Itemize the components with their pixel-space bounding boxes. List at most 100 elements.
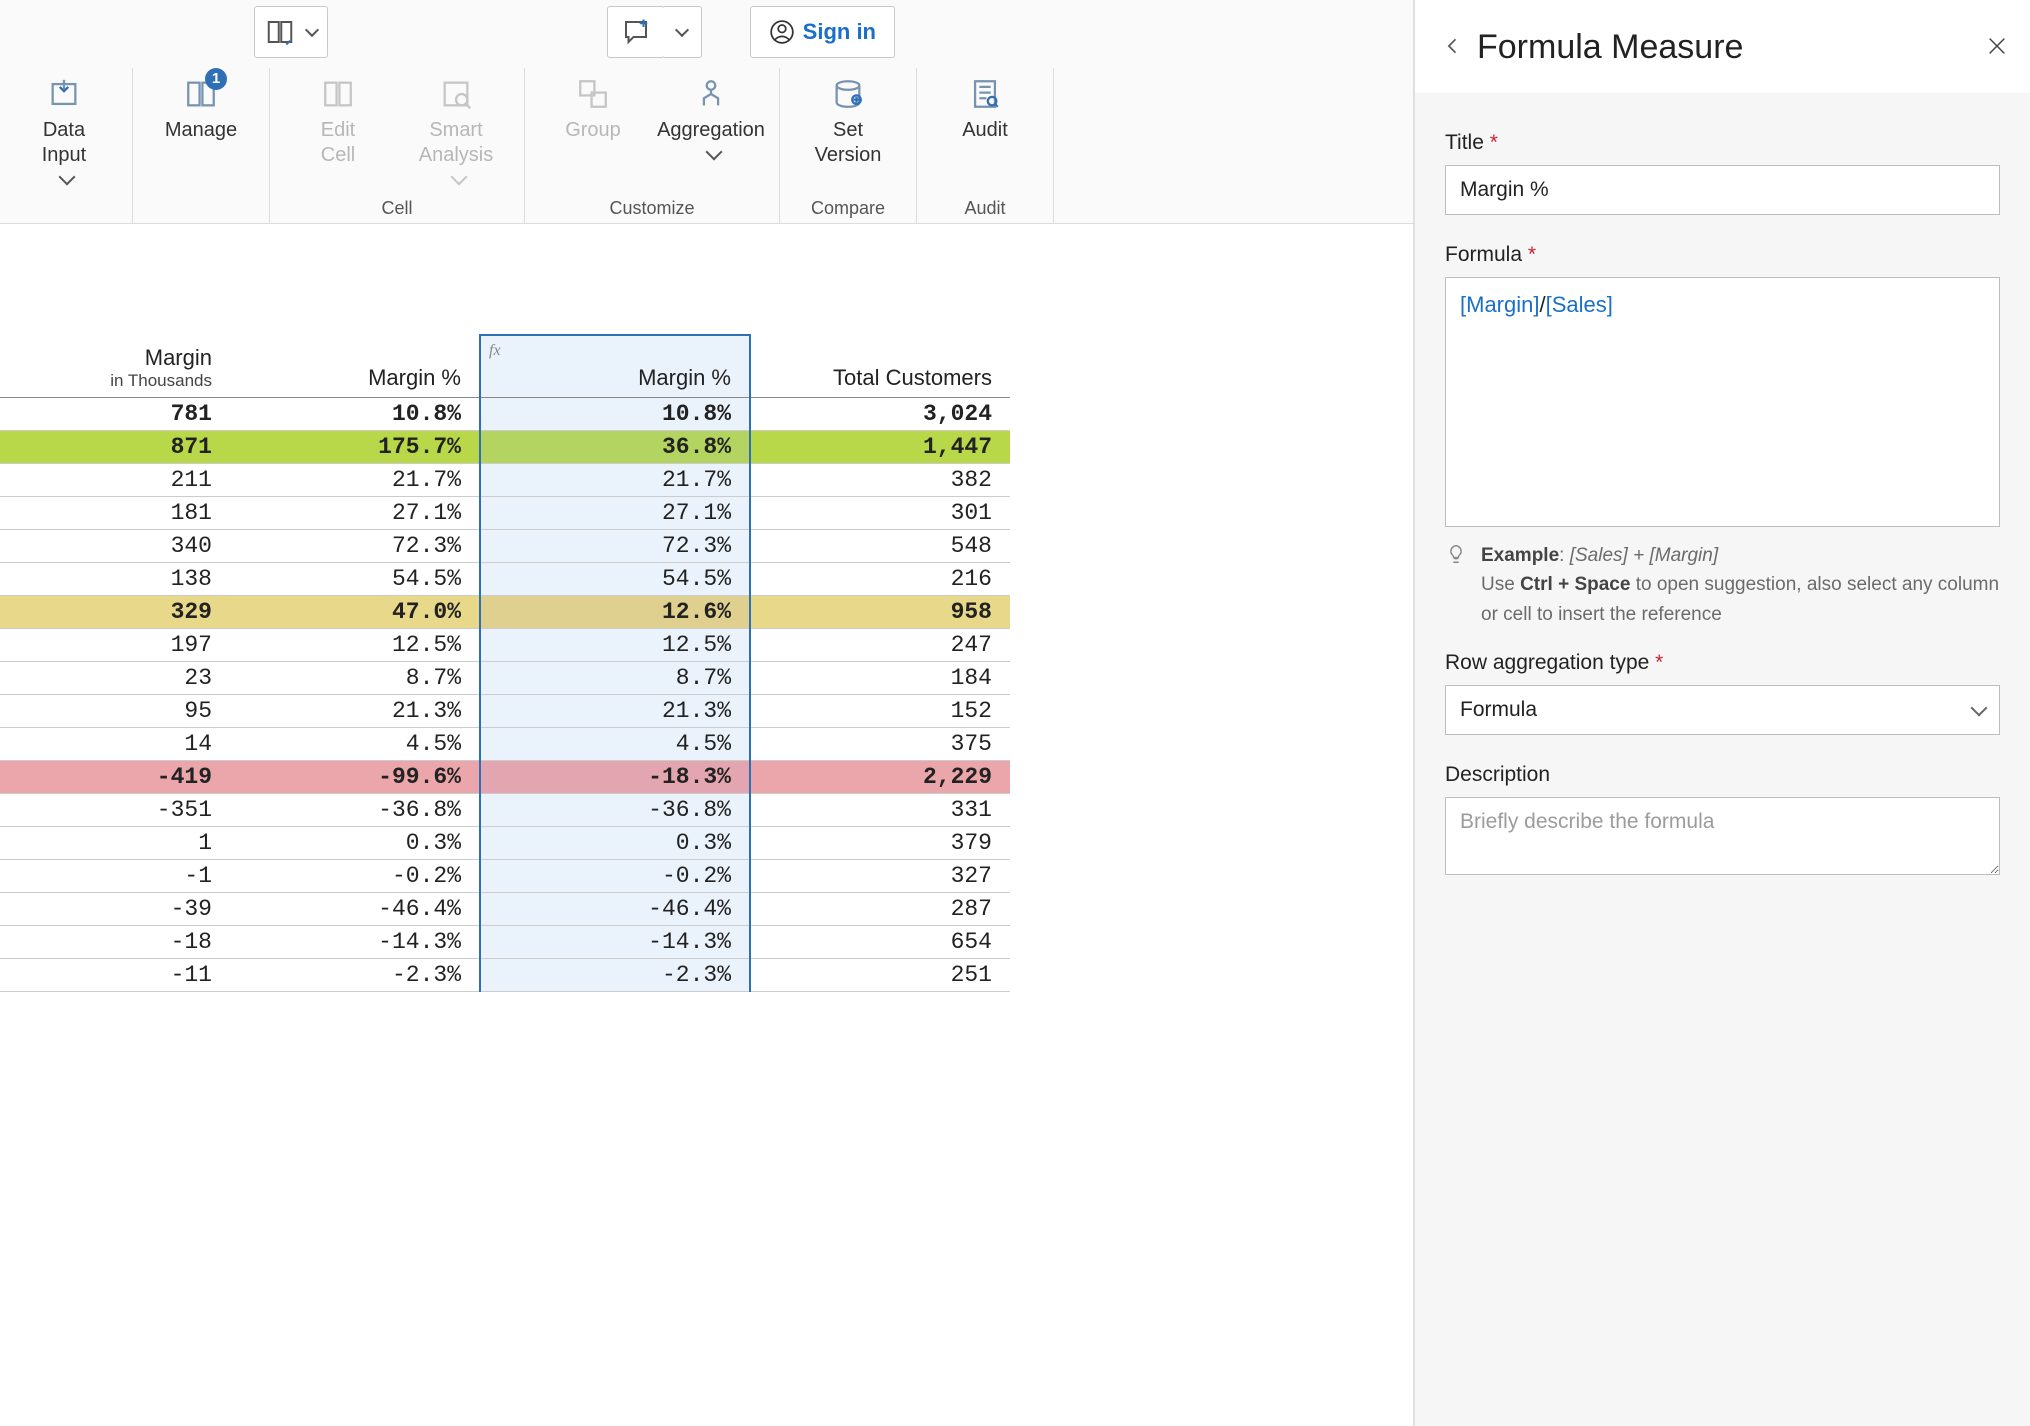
cell-margin[interactable]: 1 [0, 827, 230, 860]
col-header-margin-pct[interactable]: Margin % [230, 335, 480, 398]
cell-mpct2[interactable]: -46.4% [480, 893, 750, 926]
cell-tcust[interactable]: 958 [750, 596, 1010, 629]
cell-tcust[interactable]: 379 [750, 827, 1010, 860]
table-row[interactable]: 21121.7%21.7%382 [0, 464, 1010, 497]
cell-tcust[interactable]: 251 [750, 959, 1010, 992]
cell-mpct2[interactable]: 4.5% [480, 728, 750, 761]
table-row[interactable]: 78110.8%10.8%3,024 [0, 398, 1010, 431]
title-input[interactable] [1445, 165, 2000, 215]
cell-mpct[interactable]: 12.5% [230, 629, 480, 662]
cell-tcust[interactable]: 1,447 [750, 431, 1010, 464]
formula-input[interactable]: [Margin]/[Sales] [1445, 277, 2000, 527]
table-row[interactable]: 144.5%4.5%375 [0, 728, 1010, 761]
cell-margin[interactable]: 138 [0, 563, 230, 596]
cell-tcust[interactable]: 287 [750, 893, 1010, 926]
cell-mpct[interactable]: 10.8% [230, 398, 480, 431]
aggregation-button[interactable]: Aggregation [665, 74, 757, 168]
manage-button[interactable]: 1 Manage [155, 74, 247, 143]
cell-mpct2[interactable]: -14.3% [480, 926, 750, 959]
cell-mpct[interactable]: 0.3% [230, 827, 480, 860]
cell-mpct2[interactable]: -2.3% [480, 959, 750, 992]
cell-tcust[interactable]: 331 [750, 794, 1010, 827]
col-header-margin-pct-formula[interactable]: fx Margin % [480, 335, 750, 398]
row-agg-select[interactable]: Formula [1445, 685, 2000, 735]
cell-margin[interactable]: 23 [0, 662, 230, 695]
cell-mpct[interactable]: -36.8% [230, 794, 480, 827]
component-picker-button[interactable] [254, 6, 328, 58]
cell-margin[interactable]: -351 [0, 794, 230, 827]
table-row[interactable]: -18-14.3%-14.3%654 [0, 926, 1010, 959]
cell-mpct2[interactable]: 72.3% [480, 530, 750, 563]
cell-mpct[interactable]: 72.3% [230, 530, 480, 563]
table-row[interactable]: 9521.3%21.3%152 [0, 695, 1010, 728]
cell-mpct[interactable]: 21.7% [230, 464, 480, 497]
cell-margin[interactable]: -419 [0, 761, 230, 794]
cell-mpct2[interactable]: 36.8% [480, 431, 750, 464]
cell-mpct[interactable]: 54.5% [230, 563, 480, 596]
cell-mpct2[interactable]: 10.8% [480, 398, 750, 431]
close-button[interactable] [1986, 32, 2008, 64]
table-row[interactable]: 238.7%8.7%184 [0, 662, 1010, 695]
set-version-button[interactable]: Set Version [802, 74, 894, 168]
data-grid[interactable]: Margin in Thousands Margin % fx Margin %… [0, 334, 1010, 992]
table-row[interactable]: 871175.7%36.8%1,447 [0, 431, 1010, 464]
comment-dropdown[interactable] [664, 6, 702, 58]
cell-mpct[interactable]: 4.5% [230, 728, 480, 761]
cell-mpct[interactable]: 21.3% [230, 695, 480, 728]
cell-tcust[interactable]: 3,024 [750, 398, 1010, 431]
description-input[interactable] [1445, 797, 2000, 875]
cell-tcust[interactable]: 301 [750, 497, 1010, 530]
cell-margin[interactable]: 871 [0, 431, 230, 464]
cell-margin[interactable]: 781 [0, 398, 230, 431]
cell-mpct[interactable]: 8.7% [230, 662, 480, 695]
cell-margin[interactable]: 329 [0, 596, 230, 629]
comment-button[interactable] [607, 6, 665, 58]
table-row[interactable]: -1-0.2%-0.2%327 [0, 860, 1010, 893]
cell-margin[interactable]: 340 [0, 530, 230, 563]
table-row[interactable]: 18127.1%27.1%301 [0, 497, 1010, 530]
cell-tcust[interactable]: 184 [750, 662, 1010, 695]
cell-mpct2[interactable]: -0.2% [480, 860, 750, 893]
cell-mpct2[interactable]: 0.3% [480, 827, 750, 860]
cell-tcust[interactable]: 2,229 [750, 761, 1010, 794]
cell-mpct2[interactable]: 21.3% [480, 695, 750, 728]
back-button[interactable] [1435, 32, 1471, 63]
cell-tcust[interactable]: 382 [750, 464, 1010, 497]
cell-mpct[interactable]: 47.0% [230, 596, 480, 629]
cell-mpct2[interactable]: -18.3% [480, 761, 750, 794]
table-row[interactable]: -11-2.3%-2.3%251 [0, 959, 1010, 992]
cell-margin[interactable]: -1 [0, 860, 230, 893]
cell-margin[interactable]: -39 [0, 893, 230, 926]
cell-mpct[interactable]: -0.2% [230, 860, 480, 893]
table-row[interactable]: -351-36.8%-36.8%331 [0, 794, 1010, 827]
cell-mpct[interactable]: -2.3% [230, 959, 480, 992]
cell-mpct2[interactable]: 21.7% [480, 464, 750, 497]
cell-tcust[interactable]: 375 [750, 728, 1010, 761]
cell-margin[interactable]: 95 [0, 695, 230, 728]
col-header-total-customers[interactable]: Total Customers [750, 335, 1010, 398]
cell-tcust[interactable]: 654 [750, 926, 1010, 959]
cell-mpct2[interactable]: 27.1% [480, 497, 750, 530]
cell-tcust[interactable]: 327 [750, 860, 1010, 893]
audit-button[interactable]: Audit [939, 74, 1031, 143]
table-row[interactable]: -39-46.4%-46.4%287 [0, 893, 1010, 926]
cell-tcust[interactable]: 216 [750, 563, 1010, 596]
table-row[interactable]: 34072.3%72.3%548 [0, 530, 1010, 563]
data-input-button[interactable]: Data Input [18, 74, 110, 193]
cell-margin[interactable]: 197 [0, 629, 230, 662]
table-row[interactable]: -419-99.6%-18.3%2,229 [0, 761, 1010, 794]
table-row[interactable]: 19712.5%12.5%247 [0, 629, 1010, 662]
cell-tcust[interactable]: 247 [750, 629, 1010, 662]
cell-tcust[interactable]: 152 [750, 695, 1010, 728]
cell-margin[interactable]: -18 [0, 926, 230, 959]
cell-margin[interactable]: 14 [0, 728, 230, 761]
cell-mpct2[interactable]: -36.8% [480, 794, 750, 827]
cell-margin[interactable]: 181 [0, 497, 230, 530]
cell-mpct2[interactable]: 54.5% [480, 563, 750, 596]
col-header-margin[interactable]: Margin in Thousands [0, 335, 230, 398]
cell-mpct[interactable]: -14.3% [230, 926, 480, 959]
table-row[interactable]: 13854.5%54.5%216 [0, 563, 1010, 596]
cell-mpct[interactable]: -99.6% [230, 761, 480, 794]
cell-margin[interactable]: 211 [0, 464, 230, 497]
table-row[interactable]: 32947.0%12.6%958 [0, 596, 1010, 629]
